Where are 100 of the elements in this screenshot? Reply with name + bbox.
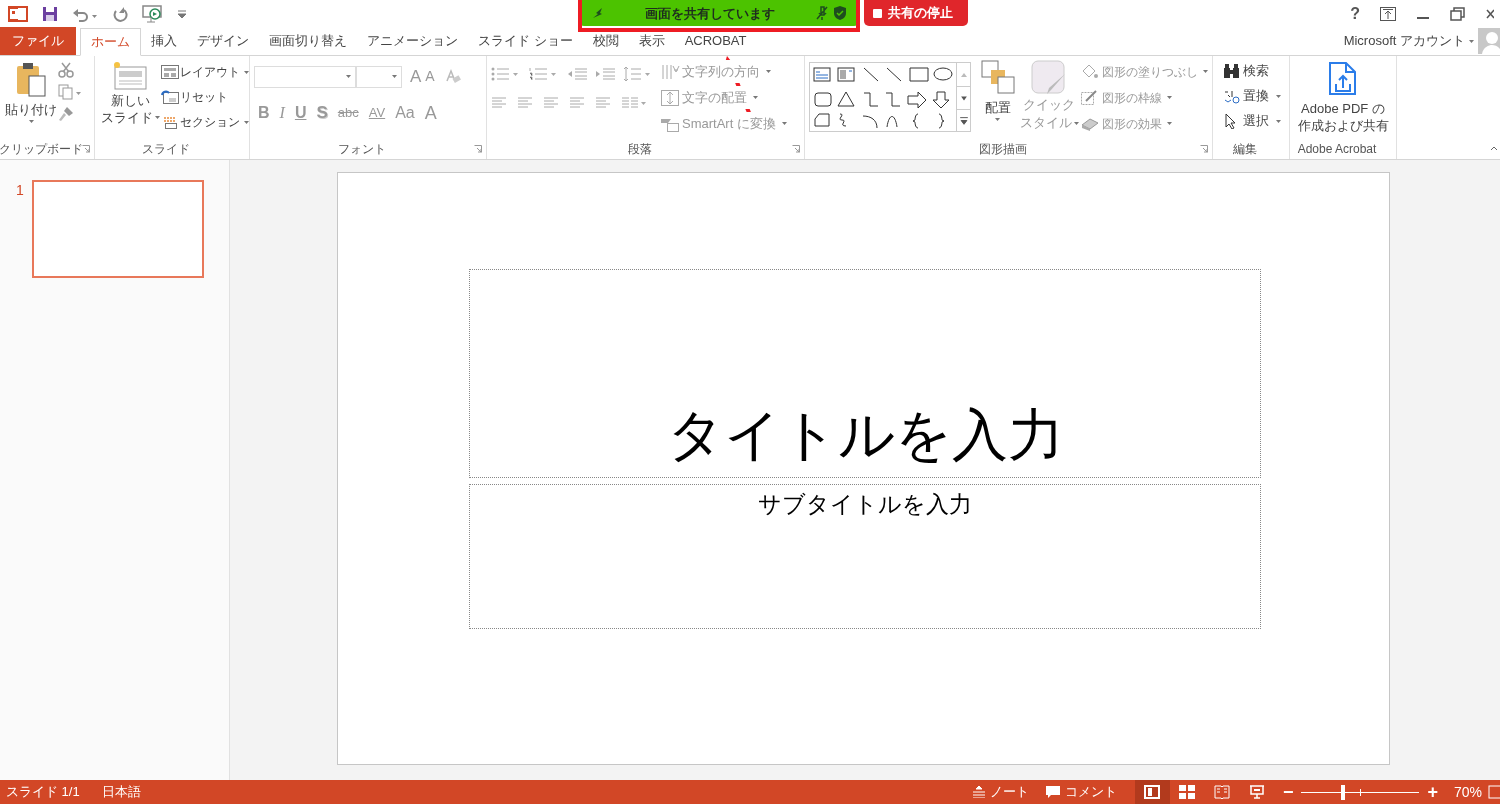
slide-command[interactable]: リセット bbox=[161, 87, 249, 107]
slide-counter: スライド 1/1 bbox=[6, 783, 80, 802]
shrink-font-button[interactable]: A bbox=[425, 66, 435, 88]
shape-format-command[interactable]: 図形の枠線 bbox=[1080, 86, 1208, 109]
grow-font-button[interactable]: A bbox=[410, 64, 422, 90]
line-spacing-icon[interactable] bbox=[623, 66, 653, 82]
ribbon-tab[interactable]: ACROBAT bbox=[674, 27, 757, 55]
help-button[interactable]: ? bbox=[1350, 2, 1360, 26]
layout-icon bbox=[161, 65, 179, 79]
customize-icon[interactable] bbox=[178, 10, 186, 18]
dialog-launcher-icon[interactable] bbox=[792, 145, 800, 153]
font-format-button[interactable]: U bbox=[294, 101, 307, 125]
font-size-field[interactable] bbox=[356, 65, 402, 88]
group-label: 編集 bbox=[1233, 141, 1257, 158]
font-format-button[interactable]: AV bbox=[368, 103, 386, 123]
font-name-field[interactable] bbox=[254, 65, 356, 88]
caret-icon bbox=[244, 70, 249, 74]
sharing-status-text: 画面を共有しています bbox=[645, 6, 775, 21]
redo-icon[interactable] bbox=[112, 6, 128, 22]
zoom-in-button[interactable]: + bbox=[1427, 783, 1438, 801]
quick-style-button[interactable]: クイック スタイル bbox=[1020, 60, 1078, 139]
account-name[interactable]: Microsoft アカウント bbox=[1343, 31, 1465, 51]
ribbon-tab[interactable]: デザイン bbox=[187, 27, 259, 55]
ribbon-tab[interactable]: 表示 bbox=[628, 27, 675, 55]
font-format-button[interactable]: S bbox=[316, 100, 328, 126]
justify-icon[interactable] bbox=[569, 96, 585, 110]
ribbon-tab[interactable]: 校閲 bbox=[582, 27, 629, 55]
slide-thumbnail[interactable] bbox=[31, 180, 204, 278]
dialog-launcher-icon[interactable] bbox=[82, 145, 90, 153]
undo-icon[interactable] bbox=[72, 6, 98, 22]
ribbon-display-icon[interactable] bbox=[1380, 7, 1396, 21]
slide-sorter-icon bbox=[1179, 785, 1196, 799]
editing-command[interactable]: 検索 bbox=[1223, 60, 1281, 82]
copy-icon[interactable] bbox=[58, 84, 82, 100]
editing-command[interactable]: 置換 bbox=[1223, 85, 1281, 107]
zoom-out-button[interactable]: − bbox=[1282, 783, 1294, 801]
clear-format-icon[interactable] bbox=[444, 68, 461, 85]
view-button[interactable] bbox=[1134, 780, 1170, 804]
font-format-button[interactable]: A bbox=[424, 99, 437, 127]
cut-icon[interactable] bbox=[58, 62, 74, 78]
slide-command[interactable]: レイアウト bbox=[161, 62, 249, 82]
fit-window-icon[interactable] bbox=[1488, 785, 1500, 799]
bullets-icon[interactable] bbox=[491, 67, 521, 81]
new-slide-button[interactable]: 新しい スライド bbox=[99, 60, 161, 139]
notes-button[interactable]: ノート bbox=[971, 782, 1029, 802]
app-logo-icon[interactable] bbox=[8, 4, 28, 24]
font-format-button[interactable]: abc bbox=[337, 103, 359, 123]
close-icon[interactable] bbox=[1486, 7, 1494, 21]
arrange-button[interactable]: 配置 bbox=[975, 60, 1020, 139]
format-painter-icon[interactable] bbox=[58, 106, 74, 122]
subtitle-placeholder[interactable]: サブタイトルを入力 bbox=[469, 484, 1261, 629]
ribbon-tab[interactable]: アニメーション bbox=[357, 27, 468, 55]
shape-format-command[interactable]: 図形の塗りつぶし bbox=[1080, 60, 1208, 83]
columns-icon[interactable] bbox=[621, 96, 647, 110]
shape-fill-icon bbox=[1080, 62, 1100, 81]
zoom-slider-thumb[interactable] bbox=[1340, 784, 1345, 800]
ribbon-tab[interactable]: ホーム bbox=[80, 28, 141, 56]
ribbon-tab[interactable]: ファイル bbox=[0, 27, 76, 55]
increase-indent-icon[interactable] bbox=[595, 67, 615, 81]
comments-button[interactable]: コメント bbox=[1044, 782, 1117, 802]
dialog-launcher-icon[interactable] bbox=[474, 145, 482, 153]
editing-command[interactable]: 選択 bbox=[1223, 110, 1281, 132]
language-indicator[interactable]: 日本語 bbox=[101, 782, 141, 802]
ribbon-tab[interactable]: スライド ショー bbox=[468, 27, 583, 55]
group-label: 段落 bbox=[627, 141, 652, 158]
font-format-button[interactable]: I bbox=[279, 101, 285, 125]
collapse-ribbon-icon[interactable] bbox=[1490, 145, 1498, 151]
save-icon[interactable] bbox=[42, 6, 58, 22]
title-placeholder[interactable]: タイトルを入力 bbox=[469, 269, 1261, 478]
zoom-level[interactable]: 70% bbox=[1453, 781, 1482, 803]
font-format-button[interactable]: B bbox=[258, 101, 270, 125]
mute-icon[interactable] bbox=[816, 6, 828, 20]
align-center-icon[interactable] bbox=[517, 96, 533, 110]
caret-icon bbox=[1167, 96, 1172, 99]
align-left-icon[interactable] bbox=[491, 96, 507, 110]
shapes-gallery-drawing[interactable] bbox=[812, 65, 954, 129]
caret-icon bbox=[244, 120, 249, 124]
numbering-icon[interactable] bbox=[529, 67, 559, 81]
ribbon-tab[interactable]: 画面切り替え bbox=[259, 27, 357, 55]
restore-icon[interactable] bbox=[1450, 7, 1466, 21]
subtitle-text: サブタイトルを入力 bbox=[758, 490, 972, 519]
zoom-slider-track[interactable] bbox=[1299, 784, 1422, 800]
presentation-icon[interactable] bbox=[142, 5, 164, 23]
stop-sharing-button[interactable]: 共有の停止 bbox=[864, 0, 968, 26]
create-pdf-button[interactable]: Adobe PDF の 作成および共有 bbox=[1294, 60, 1392, 139]
section-icon bbox=[161, 115, 179, 129]
decrease-indent-icon[interactable] bbox=[567, 67, 587, 81]
ribbon-tab[interactable]: 挿入 bbox=[141, 27, 187, 55]
normal-view-icon bbox=[1144, 785, 1161, 799]
distribute-icon[interactable] bbox=[595, 96, 611, 110]
avatar-icon[interactable] bbox=[1478, 28, 1500, 54]
align-text-icon bbox=[660, 88, 680, 107]
shape-format-command[interactable]: 図形の効果 bbox=[1080, 112, 1208, 135]
paste-button[interactable]: 貼り付け bbox=[4, 60, 58, 139]
align-right-icon[interactable] bbox=[543, 96, 559, 110]
font-format-button[interactable]: Aa bbox=[395, 101, 415, 125]
text-direction-icon bbox=[660, 62, 680, 81]
dialog-launcher-icon[interactable] bbox=[1200, 145, 1208, 153]
paragraph-command[interactable]: SmartArt に変換 bbox=[660, 112, 787, 135]
slide-command[interactable]: セクション bbox=[161, 112, 249, 132]
